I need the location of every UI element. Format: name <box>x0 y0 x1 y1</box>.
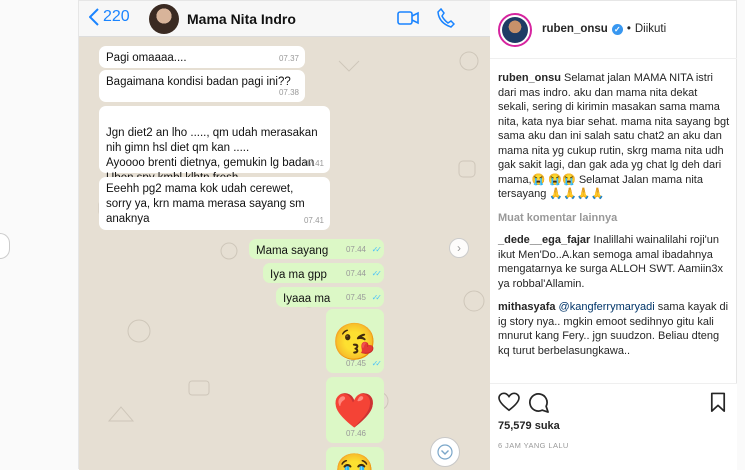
likes-count[interactable]: 75,579 suka <box>498 420 560 432</box>
message-bubble-incoming: Jgn diet2 an lho ....., qm udah merasaka… <box>99 106 330 184</box>
heart-emoji-icon: ❤️ <box>333 391 376 430</box>
chat-header: 220 Mama Nita Indro <box>79 1 490 37</box>
instagram-post: 220 Mama Nita Indro Pagi omaaaa.... 07.3… <box>78 0 737 470</box>
read-ticks-icon: ✓✓ <box>371 293 383 302</box>
comment-mention-link[interactable]: @kangferrymaryadi <box>559 301 655 313</box>
comment-username[interactable]: mithasyafa <box>498 301 555 313</box>
read-ticks-icon: ✓✓ <box>371 359 383 368</box>
bookmark-icon[interactable] <box>710 392 726 413</box>
comment-item: mithasyafa @kangferrymaryadi sama kayak … <box>498 300 730 358</box>
like-heart-icon[interactable] <box>498 392 520 412</box>
message-bubble-outgoing: Iya ma gpp 07.44 ✓✓ <box>263 263 384 283</box>
message-bubble-outgoing: Iyaaa ma 07.45 ✓✓ <box>276 287 384 307</box>
scroll-down-button[interactable] <box>430 437 460 467</box>
message-time: 07.45 <box>345 293 366 302</box>
phone-call-icon[interactable] <box>437 8 455 28</box>
post-sidebar: ruben_onsu ✓ • Diikuti ruben_onsu Selama… <box>490 1 737 470</box>
caption-text: Selamat jalan MAMA NITA istri dari mas i… <box>498 72 730 200</box>
post-timestamp: 6 JAM YANG LALU <box>498 441 569 450</box>
page-background-right <box>737 0 745 469</box>
message-time: 07.44 <box>345 245 366 254</box>
message-bubble-incoming: Bagaimana kondisi badan pagi ini?? 07.38 <box>99 70 305 102</box>
chevron-down-icon <box>437 444 453 460</box>
message-text: Bagaimana kondisi badan pagi ini?? <box>106 76 291 88</box>
message-text: Eeehh pg2 mama kok udah cerewet, sorry y… <box>106 183 305 225</box>
post-username[interactable]: ruben_onsu <box>542 23 608 35</box>
message-text: Pagi omaaaa.... <box>106 52 187 64</box>
video-call-icon[interactable] <box>397 10 419 26</box>
message-bubble-outgoing: 😘 07.45 ✓✓ <box>326 309 384 373</box>
message-time: 07.46 <box>345 429 366 438</box>
message-bubble-incoming: Pagi omaaaa.... 07.37 <box>99 46 305 68</box>
comment-item: _dede__ega_fajar Inalillahi wainalilahi … <box>498 233 730 291</box>
message-bubble-outgoing: 😭 <box>326 447 384 470</box>
caption: ruben_onsu Selamat jalan MAMA NITA istri… <box>498 71 730 202</box>
message-time: 07.38 <box>278 88 299 97</box>
crying-emoji-icon: 😭 <box>334 452 375 470</box>
message-bubble-incoming: Eeehh pg2 mama kok udah cerewet, sorry y… <box>99 177 330 230</box>
message-time: 07.41 <box>303 216 324 225</box>
message-bubble-outgoing: ❤️ 07.46 <box>326 377 384 443</box>
message-time: 07.37 <box>278 54 299 63</box>
read-ticks-icon: ✓✓ <box>371 245 383 254</box>
post-header: ruben_onsu ✓ • Diikuti <box>490 1 737 59</box>
message-time: 07.44 <box>345 269 366 278</box>
back-count: 220 <box>103 8 130 25</box>
message-text: Iyaaa ma <box>283 293 331 305</box>
comment-username[interactable]: _dede__ega_fajar <box>498 234 590 246</box>
page-background-left <box>0 0 78 469</box>
chevron-left-icon <box>89 8 99 26</box>
dot-separator: • <box>626 23 631 35</box>
message-time: 07.41 <box>303 159 324 168</box>
profile-avatar[interactable] <box>498 13 532 47</box>
message-text: Iya ma gpp <box>270 269 327 281</box>
contact-name[interactable]: Mama Nita Indro <box>187 11 296 27</box>
post-actions: 75,579 suka 6 JAM YANG LALU <box>490 383 737 470</box>
caption-username[interactable]: ruben_onsu <box>498 72 561 84</box>
message-text: Mama sayang <box>256 245 329 257</box>
chevron-right-icon: › <box>457 241 461 255</box>
comments-section: ruben_onsu Selamat jalan MAMA NITA istri… <box>498 71 730 367</box>
comment-bubble-icon[interactable] <box>528 392 549 413</box>
contact-avatar[interactable] <box>149 4 179 34</box>
message-bubble-outgoing: Mama sayang 07.44 ✓✓ <box>249 239 384 259</box>
chat-screenshot-image: 220 Mama Nita Indro Pagi omaaaa.... 07.3… <box>79 1 490 470</box>
read-ticks-icon: ✓✓ <box>371 269 383 278</box>
load-more-comments-link[interactable]: Muat komentar lainnya <box>498 211 730 226</box>
verified-badge-icon: ✓ <box>611 23 623 35</box>
message-time: 07.45 <box>345 359 366 368</box>
back-button[interactable]: 220 <box>89 8 130 26</box>
post-username-row: ruben_onsu ✓ • Diikuti <box>542 23 666 35</box>
follow-status[interactable]: Diikuti <box>635 23 666 35</box>
next-image-arrow[interactable]: › <box>449 238 469 258</box>
